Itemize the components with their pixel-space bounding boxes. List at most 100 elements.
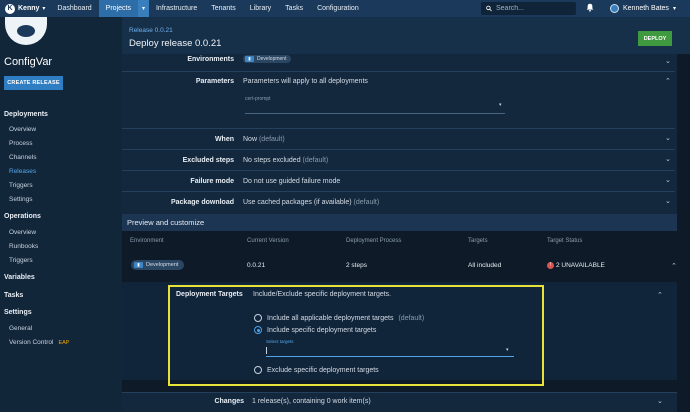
nav-dashboard[interactable]: Dashboard	[50, 0, 98, 17]
sidebar-section-settings[interactable]: Settings	[4, 309, 32, 316]
chevron-down-icon[interactable]: ⌄	[665, 155, 671, 163]
chevron-up-icon[interactable]: ⌃	[671, 262, 677, 270]
sidebar-item-version-control[interactable]: Version Control EAP	[9, 339, 69, 346]
row-failure-mode[interactable]: Failure mode Do not use guided failure m…	[122, 171, 675, 192]
project-name: ConfigVar	[4, 56, 53, 68]
excluded-steps-value: No steps excluded (default)	[243, 157, 328, 164]
sidebar-section-variables[interactable]: Variables	[4, 274, 35, 281]
user-menu[interactable]: Kenneth Bates ▾	[610, 0, 676, 17]
environments-label: Environments	[187, 56, 234, 63]
environment-icon: ▮	[245, 56, 254, 62]
sidebar-item-operations-triggers[interactable]: Triggers	[9, 257, 33, 264]
environments-value: ▮ Development	[243, 55, 292, 63]
chevron-down-icon[interactable]: ⌄	[665, 57, 671, 65]
column-targets: Targets	[468, 238, 488, 244]
chevron-up-icon[interactable]: ⌃	[657, 291, 663, 299]
chevron-down-icon[interactable]: ⌄	[665, 134, 671, 142]
sidebar-item-operations-overview[interactable]: Overview	[9, 229, 36, 236]
cert-prompt-select[interactable]	[245, 113, 505, 114]
nav-projects[interactable]: Projects	[98, 0, 138, 17]
row-changes[interactable]: Changes 1 release(s), containing 0 work …	[122, 392, 677, 412]
radio-exclude-specific[interactable]: Exclude specific deployment targets	[254, 366, 379, 374]
preview-header: Preview and customize	[122, 214, 677, 231]
space-switcher[interactable]: K Kenny ▾	[0, 0, 50, 17]
radio-label: Include all applicable deployment target…	[267, 314, 394, 322]
user-name: Kenneth Bates	[623, 5, 669, 12]
chevron-down-icon[interactable]: ▾	[506, 347, 509, 353]
sidebar-item-label: Version Control	[9, 339, 54, 346]
eap-badge: EAP	[58, 340, 70, 346]
sidebar-section-tasks[interactable]: Tasks	[4, 292, 23, 299]
when-value: Now (default)	[243, 136, 285, 143]
environment-icon: ▮	[134, 262, 143, 268]
column-deployment-process: Deployment Process	[346, 238, 402, 244]
default-hint: (default)	[353, 199, 380, 206]
search-icon	[486, 5, 492, 12]
row-parameters[interactable]: Parameters Parameters will apply to all …	[122, 72, 675, 129]
row-environments[interactable]: Environments ▮ Development ⌄	[122, 54, 675, 72]
chevron-down-icon[interactable]: ⌄	[657, 397, 663, 405]
radio-include-all[interactable]: Include all applicable deployment target…	[254, 314, 424, 322]
nav-tasks[interactable]: Tasks	[278, 0, 310, 17]
sidebar-item-process[interactable]: Process	[9, 140, 32, 147]
chevron-down-icon: ▾	[42, 6, 46, 12]
nav-infrastructure[interactable]: Infrastructure	[149, 0, 204, 17]
space-name: Kenny	[18, 5, 40, 12]
default-hint: (default)	[258, 136, 285, 143]
chevron-up-icon[interactable]: ⌃	[665, 77, 671, 85]
nav-tenants[interactable]: Tenants	[204, 0, 243, 17]
preview-environment-chip: ▮ Development	[131, 260, 185, 270]
when-text: Now	[243, 136, 258, 143]
radio-include-specific[interactable]: Include specific deployment targets	[254, 326, 376, 334]
deployment-targets-label: Deployment Targets	[176, 291, 243, 298]
sidebar-item-settings[interactable]: Settings	[9, 196, 33, 203]
sidebar-section-operations[interactable]: Operations	[4, 213, 41, 220]
select-targets-input[interactable]	[266, 356, 514, 357]
column-target-status: Target Status	[547, 238, 583, 244]
page-title: Deploy release 0.0.21	[129, 38, 222, 49]
row-excluded-steps[interactable]: Excluded steps No steps excluded (defaul…	[122, 150, 675, 171]
search-box[interactable]	[481, 2, 576, 15]
sidebar-section-deployments[interactable]: Deployments	[4, 111, 48, 118]
default-hint: (default)	[398, 314, 425, 322]
row-package-download[interactable]: Package download Use cached packages (if…	[122, 192, 675, 214]
radio-button-selected[interactable]	[254, 326, 262, 334]
select-targets-label: Select targets	[266, 339, 294, 344]
column-environment: Environment	[130, 238, 164, 244]
radio-label: Include specific deployment targets	[267, 326, 377, 334]
environment-chip-label: Development	[257, 56, 287, 62]
page-header: Release 0.0.21 Deploy release 0.0.21 DEP…	[122, 17, 690, 54]
row-when[interactable]: When Now (default) ⌄	[122, 129, 675, 150]
preview-target-status: ! 2 UNAVAILABLE	[547, 262, 605, 269]
projects-dropdown-button[interactable]: ▾	[137, 0, 149, 17]
search-input[interactable]	[496, 5, 576, 12]
chevron-down-icon[interactable]: ⌄	[665, 176, 671, 184]
status-badge: 2 UNAVAILABLE	[556, 262, 605, 270]
deploy-button[interactable]: DEPLOY	[638, 31, 672, 46]
create-release-button[interactable]: CREATE RELEASE	[4, 76, 63, 90]
radio-button[interactable]	[254, 314, 262, 322]
excluded-steps-label: Excluded steps	[182, 157, 234, 164]
breadcrumb[interactable]: Release 0.0.21	[129, 27, 173, 34]
sidebar-item-releases[interactable]: Releases	[9, 168, 36, 175]
bell-icon[interactable]	[586, 3, 594, 14]
sidebar-item-general[interactable]: General	[9, 325, 32, 332]
text-cursor	[266, 347, 267, 354]
parameters-label: Parameters	[195, 78, 234, 85]
failure-mode-label: Failure mode	[190, 178, 234, 185]
sidebar-item-overview[interactable]: Overview	[9, 126, 36, 133]
cert-prompt-label: cert-prompt	[245, 96, 271, 102]
sidebar-item-triggers[interactable]: Triggers	[9, 182, 33, 189]
when-label: When	[214, 136, 234, 143]
nav-library[interactable]: Library	[243, 0, 278, 17]
radio-button[interactable]	[254, 366, 262, 374]
chevron-down-icon[interactable]: ⌄	[665, 197, 671, 205]
chevron-down-icon[interactable]: ▾	[499, 102, 502, 108]
excluded-text: No steps excluded	[243, 157, 301, 164]
sidebar-item-runbooks[interactable]: Runbooks	[9, 243, 38, 250]
sidebar-item-channels[interactable]: Channels	[9, 154, 36, 161]
sidebar: ConfigVar CREATE RELEASE Deployments Ove…	[0, 17, 122, 412]
chevron-down-icon: ▾	[672, 6, 676, 12]
nav-configuration[interactable]: Configuration	[310, 0, 366, 17]
preview-targets: All included	[468, 262, 502, 269]
